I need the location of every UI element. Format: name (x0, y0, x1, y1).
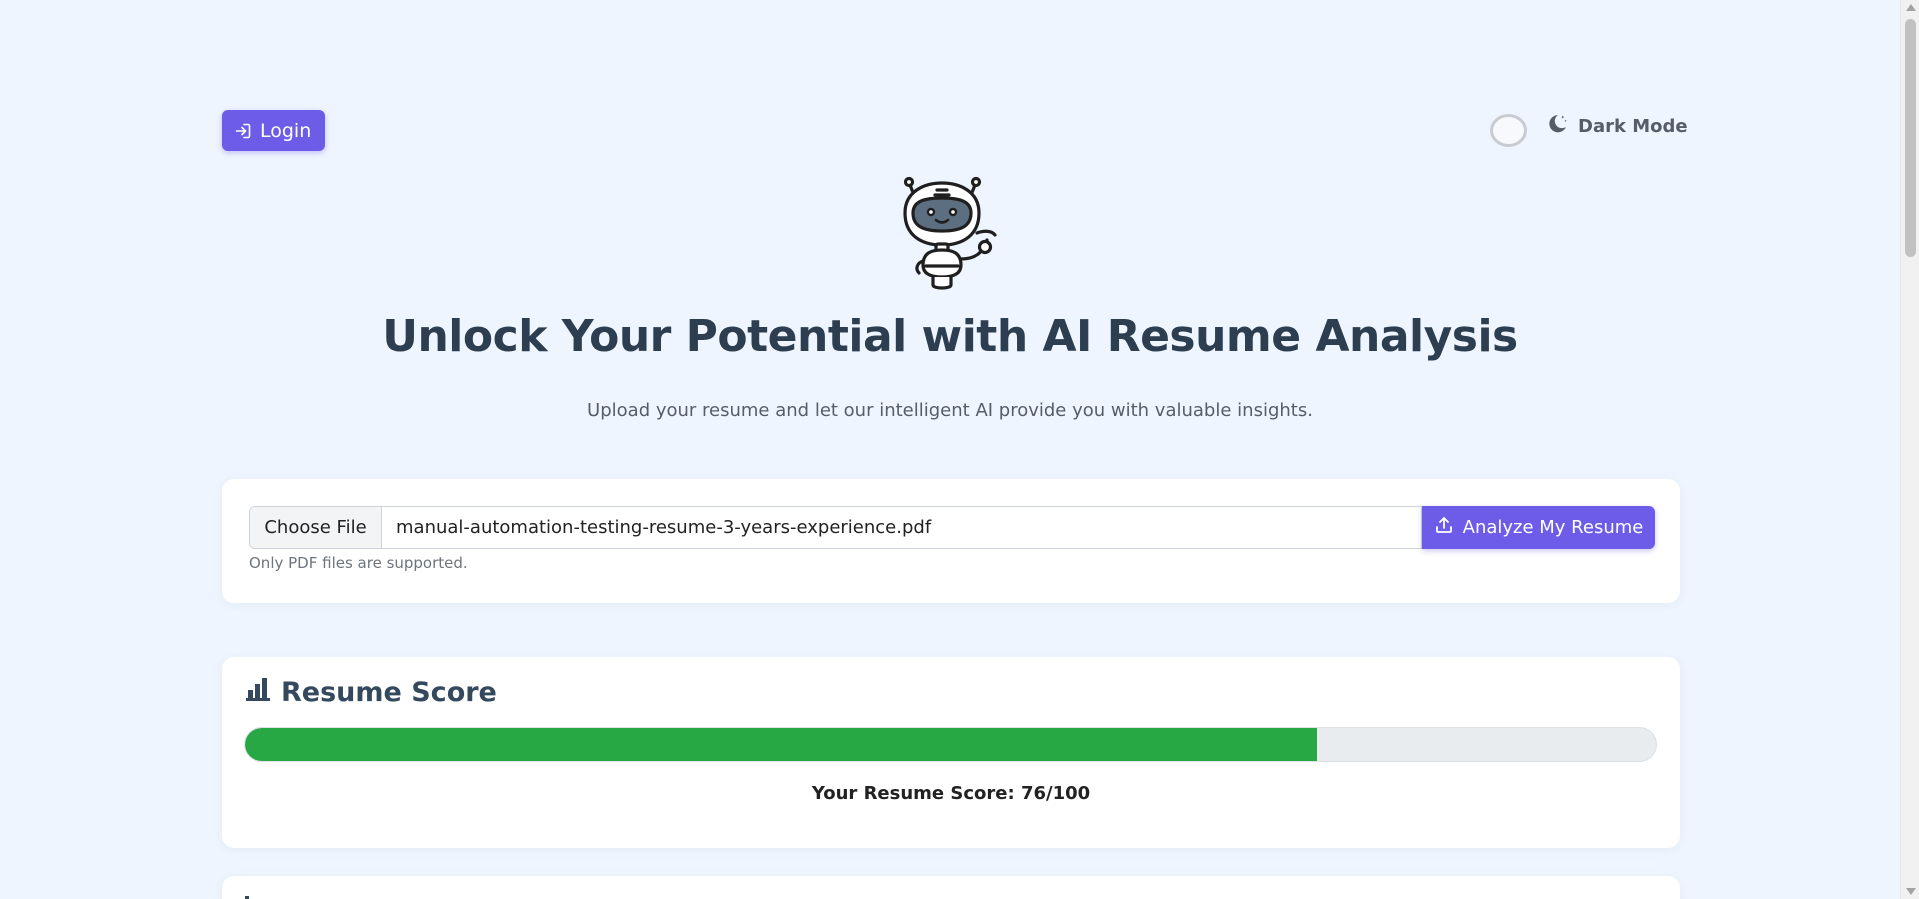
analyze-label: Analyze My Resume (1462, 517, 1644, 538)
login-label: Login (260, 119, 312, 142)
resume-score-card: Resume Score Your Resume Score: 76/100 (222, 657, 1680, 848)
score-section-title: Resume Score (245, 677, 497, 708)
bar-chart-icon (245, 677, 271, 708)
analyze-resume-button[interactable]: Analyze My Resume (1422, 506, 1655, 549)
upload-icon (1434, 515, 1454, 540)
login-button[interactable]: Login (222, 110, 326, 151)
scroll-up-arrow-icon[interactable] (1906, 4, 1916, 11)
upload-row: Choose File manual-automation-testing-re… (249, 506, 1655, 549)
dark-mode-label: Dark Mode (1578, 115, 1688, 137)
page-subtitle: Upload your resume and let our intellige… (587, 400, 1313, 421)
page-title: Unlock Your Potential with AI Resume Ana… (382, 311, 1518, 362)
login-icon (234, 122, 252, 140)
file-type-hint: Only PDF files are supported. (249, 554, 468, 572)
upload-card: Choose File manual-automation-testing-re… (222, 479, 1680, 603)
scroll-down-arrow-icon[interactable] (1906, 888, 1916, 895)
dark-mode-label-group[interactable]: Dark Mode (1546, 112, 1688, 140)
selected-file-name: manual-automation-testing-resume-3-years… (396, 517, 932, 538)
file-input[interactable]: Choose File manual-automation-testing-re… (249, 506, 1422, 549)
next-section-card (222, 876, 1680, 899)
choose-file-button[interactable]: Choose File (250, 507, 382, 548)
score-title-label: Resume Score (281, 677, 497, 708)
vertical-scrollbar[interactable] (1900, 0, 1919, 899)
score-progress-bar (244, 727, 1657, 762)
scrollbar-thumb[interactable] (1905, 19, 1916, 257)
score-text: Your Resume Score: 76/100 (811, 783, 1091, 804)
moon-icon (1546, 112, 1569, 140)
robot-icon (895, 173, 1005, 293)
score-progress-fill (245, 728, 1318, 761)
page: Login Dark Mode Unlock Your Potential wi… (0, 0, 1900, 899)
dark-mode-toggle[interactable] (1490, 114, 1527, 147)
